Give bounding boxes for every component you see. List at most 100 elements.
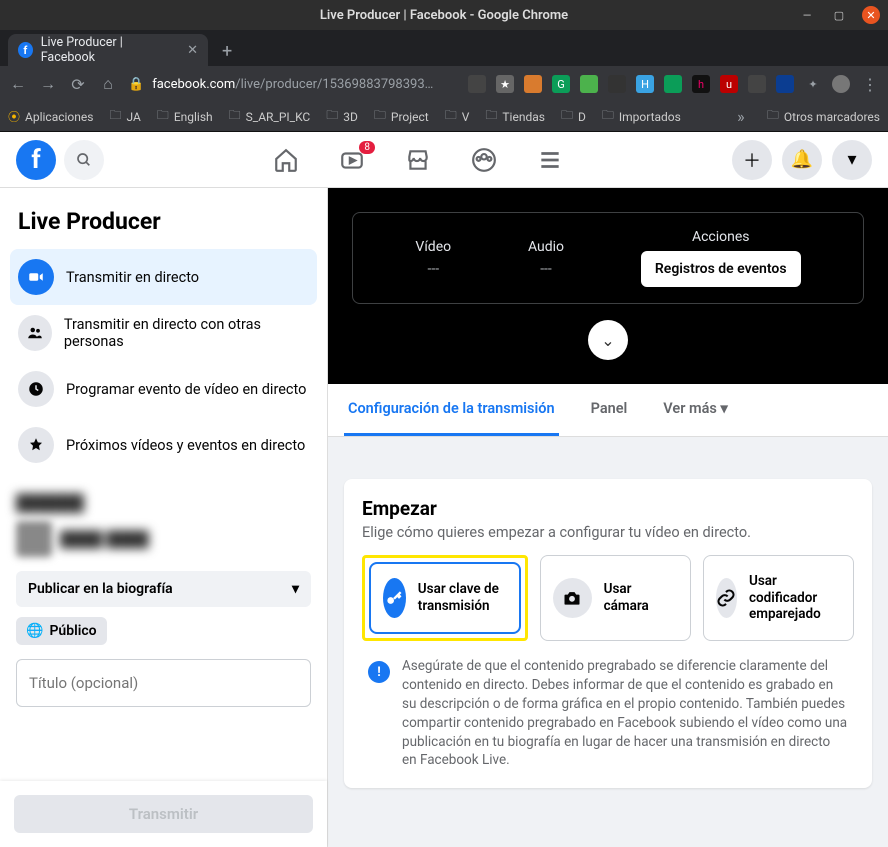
browser-tab[interactable]: f Live Producer | Facebook ✕ [8, 34, 208, 66]
address-bar: ← → ⟳ ⌂ 🔒 facebook.com/live/producer/153… [0, 66, 888, 102]
bookmark-folder[interactable]: 🗀JA [109, 106, 140, 127]
home-button[interactable]: ⌂ [98, 74, 118, 94]
card-title: Empezar [362, 497, 854, 520]
page-title: Live Producer [10, 204, 317, 249]
maximize-button[interactable]: ▢ [830, 6, 848, 24]
tab-panel[interactable]: Panel [587, 384, 632, 436]
globe-icon: 🌐 [26, 623, 43, 639]
bookmark-folder[interactable]: 🗀Importados [602, 106, 681, 127]
option-paired-encoder[interactable]: Usar codificador emparejado [703, 555, 854, 641]
bookmark-folder[interactable]: 🗀English [157, 106, 213, 127]
groups-icon [471, 147, 497, 173]
stat-audio: Audio --- [528, 239, 564, 277]
event-logs-button[interactable]: Registros de eventos [641, 251, 801, 287]
extension-icon[interactable]: u [720, 75, 738, 93]
card-subtitle: Elige cómo quieres empezar a configurar … [362, 524, 854, 541]
tab-strip: Configuración de la transmisión Panel Ve… [328, 384, 888, 437]
menu-icon [537, 147, 563, 173]
extension-icon[interactable] [580, 75, 598, 93]
account-button[interactable]: ▾ [832, 140, 872, 180]
info-note: ! Asegúrate de que el contenido pregraba… [362, 641, 854, 770]
apps-button[interactable]: ⦿Aplicaciones [8, 108, 93, 125]
other-bookmarks-button[interactable]: 🗀Otros marcadores [767, 106, 880, 127]
clock-icon [18, 371, 54, 407]
search-icon [76, 152, 92, 168]
sidebar-item-label: Transmitir en directo [66, 269, 199, 286]
create-button[interactable]: ＋ [732, 140, 772, 180]
option-stream-key[interactable]: Usar clave de transmisión [369, 562, 521, 634]
extensions-puzzle-icon[interactable]: ✦ [804, 75, 822, 93]
nav-groups[interactable] [471, 147, 497, 173]
bookmarks-bar: ⦿Aplicaciones 🗀JA 🗀English 🗀S_AR_PI_KC 🗀… [0, 102, 888, 132]
info-icon: ! [368, 661, 390, 683]
video-preview: Vídeo --- Audio --- Acciones Registros d… [328, 188, 888, 384]
option-camera[interactable]: Usar cámara [540, 555, 691, 641]
notifications-button[interactable]: 🔔 [782, 140, 822, 180]
bookmark-folder[interactable]: 🗀S_AR_PI_KC [229, 106, 311, 127]
sidebar-item-label: Próximos vídeos y eventos en directo [66, 437, 305, 454]
tab-more[interactable]: Ver más ▾ [659, 384, 731, 436]
facebook-logo[interactable]: f [16, 140, 56, 180]
caret-down-icon: ▾ [847, 149, 856, 170]
bookmark-folder[interactable]: 🗀3D [326, 106, 358, 127]
extension-icons: ★ G H h u ✦ ⋮ [468, 75, 880, 94]
fb-header: f 8 ＋ 🔔 ▾ [0, 132, 888, 188]
reload-button[interactable]: ⟳ [68, 75, 88, 94]
people-icon [18, 315, 52, 351]
option-label: Usar codificador emparejado [749, 573, 841, 624]
bookmark-folder[interactable]: 🗀Project [374, 106, 429, 127]
lock-icon: 🔒 [128, 77, 144, 92]
link-icon [716, 578, 737, 618]
kebab-menu-icon[interactable]: ⋮ [860, 75, 880, 94]
sidebar-item-live-with[interactable]: Transmitir en directo con otras personas [10, 305, 317, 361]
nav-marketplace[interactable] [405, 147, 431, 173]
tab-title: Live Producer | Facebook [41, 35, 169, 65]
option-label: Usar cámara [604, 581, 678, 615]
sidebar-item-upcoming[interactable]: Próximos vídeos y eventos en directo [10, 417, 317, 473]
extension-icon[interactable]: h [692, 75, 710, 93]
extension-icon[interactable]: ★ [496, 75, 514, 93]
audience-label: Público [49, 623, 96, 639]
sidebar-item-schedule[interactable]: Programar evento de vídeo en directo [10, 361, 317, 417]
go-live-button[interactable]: Transmitir [14, 795, 313, 833]
bookmarks-overflow-icon[interactable]: » [731, 107, 751, 126]
extension-icon[interactable]: G [552, 75, 570, 93]
caret-down-icon: ▾ [292, 581, 299, 597]
title-input[interactable] [16, 659, 311, 707]
extension-icon[interactable] [748, 75, 766, 93]
home-icon [273, 147, 299, 173]
info-text: Asegúrate de que el contenido pregrabado… [402, 657, 848, 770]
tab-stream-config[interactable]: Configuración de la transmisión [344, 384, 559, 436]
main-panel: Vídeo --- Audio --- Acciones Registros d… [328, 188, 888, 847]
bookmark-folder[interactable]: 🗀D [561, 106, 586, 127]
extension-icon[interactable] [608, 75, 626, 93]
forward-button[interactable]: → [38, 74, 58, 94]
audience-chip[interactable]: 🌐 Público [16, 617, 107, 645]
extension-icon[interactable]: H [636, 75, 654, 93]
url-box[interactable]: 🔒 facebook.com/live/producer/15369883798… [128, 77, 458, 92]
sidebar-item-go-live[interactable]: Transmitir en directo [10, 249, 317, 305]
search-button[interactable] [64, 140, 104, 180]
tab-close-icon[interactable]: ✕ [187, 43, 198, 58]
facebook-favicon: f [18, 42, 33, 58]
stat-actions: Acciones Registros de eventos [641, 229, 801, 287]
bookmark-folder[interactable]: 🗀Tiendas [485, 106, 545, 127]
new-tab-button[interactable]: + [214, 37, 240, 66]
profile-avatar-icon[interactable] [832, 75, 850, 93]
extension-icon[interactable] [468, 75, 486, 93]
caret-down-icon: ▾ [720, 400, 727, 417]
back-button[interactable]: ← [8, 74, 28, 94]
get-started-card: Empezar Elige cómo quieres empezar a con… [344, 479, 872, 788]
extension-icon[interactable] [776, 75, 794, 93]
expand-preview-button[interactable]: ⌄ [588, 320, 628, 360]
nav-watch[interactable]: 8 [339, 147, 365, 173]
bookmark-folder[interactable]: 🗀V [445, 106, 470, 127]
post-destination-select[interactable]: Publicar en la biografía ▾ [16, 571, 311, 607]
extension-icon[interactable] [524, 75, 542, 93]
minimize-button[interactable]: — [798, 6, 816, 24]
close-button[interactable]: ✕ [862, 6, 880, 24]
nav-menu[interactable] [537, 147, 563, 173]
sidebar-item-label: Programar evento de vídeo en directo [66, 381, 306, 398]
extension-icon[interactable] [664, 75, 682, 93]
nav-home[interactable] [273, 147, 299, 173]
